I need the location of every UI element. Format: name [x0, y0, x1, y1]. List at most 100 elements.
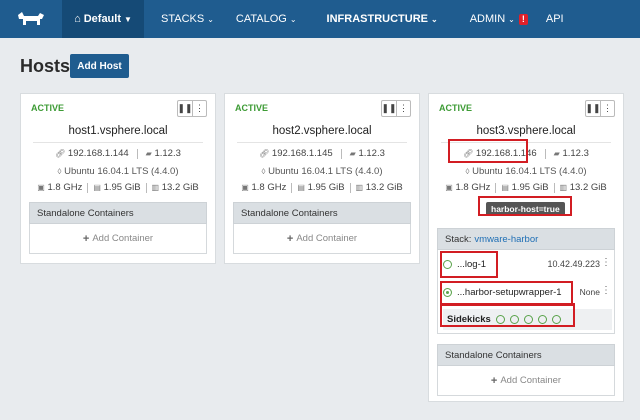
rancher-logo-icon[interactable] — [0, 0, 62, 38]
home-icon: ⌂ — [74, 13, 81, 25]
highlight-box — [440, 251, 498, 278]
host-ip: 192.168.1.145 — [271, 148, 333, 159]
plus-icon: + — [490, 374, 498, 387]
nav-admin[interactable]: ADMIN ⌄ ! — [461, 0, 537, 38]
link-icon: 🔗︎ — [259, 149, 270, 158]
host-os-label: Ubuntu 16.04.1 LTS (4.4.0) — [472, 166, 587, 177]
nav-infrastructure-label: INFRASTRUCTURE — [326, 13, 428, 25]
docker-version: 1.12.3 — [562, 148, 589, 159]
host-controls: ❚❚ ⋮ — [381, 100, 411, 117]
host-name[interactable]: host2.vsphere.local — [225, 125, 419, 137]
more-menu-icon[interactable]: ⋮ — [601, 257, 611, 268]
divider — [544, 148, 546, 159]
pause-icon[interactable]: ❚❚ — [585, 101, 600, 116]
host-storage: 13.2 GiB — [365, 182, 403, 193]
divider — [495, 182, 497, 193]
nav-catalog[interactable]: CATALOG ⌄ — [227, 0, 306, 38]
cpu-icon: ▣ — [37, 183, 45, 192]
host-memory: 1.95 GiB — [511, 182, 549, 193]
service-ip: None — [579, 287, 600, 297]
host-memory: 1.95 GiB — [307, 182, 345, 193]
environment-label: Default — [83, 13, 121, 25]
host-storage: 13.2 GiB — [569, 182, 607, 193]
host-state: ACTIVE — [235, 103, 269, 113]
host-resources-row: ▣ 1.8 GHz ▤ 1.95 GiB ▥ 13.2 GiB — [21, 182, 215, 193]
host-controls: ❚❚ ⋮ — [585, 100, 615, 117]
docker-icon: ▰ — [145, 149, 152, 158]
stack-header[interactable]: Stack: vmware-harbor — [437, 228, 615, 250]
pause-icon[interactable]: ❚❚ — [177, 101, 192, 116]
more-menu-icon[interactable]: ⋮ — [600, 101, 614, 116]
plus-icon: + — [82, 232, 90, 245]
nav-admin-label: ADMIN — [469, 13, 506, 25]
nav-api-label: API — [545, 13, 564, 25]
service-ip: 10.42.49.223 — [547, 259, 600, 269]
divider — [340, 148, 342, 159]
chevron-down-icon: ⌄ — [431, 14, 438, 24]
memory-icon: ▤ — [93, 183, 101, 192]
stack-prefix: Stack: — [445, 233, 472, 245]
chevron-down-icon: ⌄ — [508, 14, 515, 24]
plus-icon: + — [286, 232, 294, 245]
host-os-label: Ubuntu 16.04.1 LTS (4.4.0) — [268, 166, 383, 177]
add-container-button[interactable]: + Add Container — [233, 224, 411, 254]
cpu-icon: ▣ — [445, 183, 453, 192]
host-storage: 13.2 GiB — [161, 182, 199, 193]
host-cpu: 1.8 GHz — [455, 182, 491, 193]
cpu-icon: ▣ — [241, 183, 249, 192]
alert-icon: ! — [518, 13, 528, 25]
host-os: ◊ Ubuntu 16.04.1 LTS (4.4.0) — [21, 166, 215, 177]
nav-stacks[interactable]: STACKS ⌄ — [152, 0, 223, 38]
host-os-label: Ubuntu 16.04.1 LTS (4.4.0) — [64, 166, 179, 177]
host-name[interactable]: host3.vsphere.local — [429, 125, 623, 137]
more-menu-icon[interactable]: ⋮ — [601, 285, 611, 296]
add-container-label: Add Container — [500, 375, 562, 386]
divider — [291, 182, 293, 193]
highlight-box — [448, 139, 528, 163]
nav-stacks-label: STACKS — [161, 13, 205, 25]
host-name[interactable]: host1.vsphere.local — [21, 125, 215, 137]
add-host-button[interactable]: Add Host — [70, 54, 129, 78]
host-resources-row: ▣ 1.8 GHz ▤ 1.95 GiB ▥ 13.2 GiB — [225, 182, 419, 193]
nav-api[interactable]: API — [537, 0, 573, 38]
divider — [136, 148, 138, 159]
divider — [237, 142, 407, 143]
standalone-containers-header: Standalone Containers — [437, 344, 615, 366]
pause-icon[interactable]: ❚❚ — [381, 101, 396, 116]
standalone-containers-header: Standalone Containers — [29, 202, 207, 224]
nav-infrastructure[interactable]: INFRASTRUCTURE ⌄ — [318, 0, 447, 38]
host-state: ACTIVE — [31, 103, 65, 113]
host-card-1: ACTIVE ❚❚ ⋮ host1.vsphere.local 🔗︎ 192.1… — [20, 93, 216, 264]
nav-catalog-label: CATALOG — [235, 13, 287, 25]
host-resources-row: ▣ 1.8 GHz ▤ 1.95 GiB ▥ 13.2 GiB — [429, 182, 623, 193]
host-os: ◊ Ubuntu 16.04.1 LTS (4.4.0) — [225, 166, 419, 177]
storage-icon: ▥ — [151, 183, 160, 192]
add-container-button[interactable]: + Add Container — [437, 366, 615, 396]
docker-icon: ▰ — [349, 149, 356, 158]
linux-icon: ◊ — [465, 167, 470, 176]
memory-icon: ▤ — [501, 183, 509, 192]
divider — [349, 182, 351, 193]
link-icon: 🔗︎ — [55, 149, 66, 158]
storage-icon: ▥ — [355, 183, 364, 192]
add-container-label: Add Container — [92, 233, 154, 244]
more-menu-icon[interactable]: ⋮ — [396, 101, 410, 116]
divider — [87, 182, 89, 193]
add-container-button[interactable]: + Add Container — [29, 224, 207, 254]
top-nav: ⌂ Default ▼ STACKS ⌄ CATALOG ⌄ INFRASTRU… — [0, 0, 640, 38]
environment-selector[interactable]: ⌂ Default ▼ — [62, 0, 144, 38]
standalone-containers-header: Standalone Containers — [233, 202, 411, 224]
docker-version: 1.12.3 — [154, 148, 181, 159]
host-card-2: ACTIVE ❚❚ ⋮ host2.vsphere.local 🔗︎ 192.1… — [224, 93, 420, 264]
highlight-box — [440, 303, 575, 327]
memory-icon: ▤ — [297, 183, 305, 192]
host-controls: ❚❚ ⋮ — [177, 100, 207, 117]
stack-name[interactable]: vmware-harbor — [474, 234, 538, 245]
host-cpu: 1.8 GHz — [47, 182, 83, 193]
divider — [553, 182, 555, 193]
storage-icon: ▥ — [559, 183, 568, 192]
docker-icon: ▰ — [553, 149, 560, 158]
chevron-down-icon: ⌄ — [289, 14, 297, 24]
more-menu-icon[interactable]: ⋮ — [192, 101, 206, 116]
add-container-label: Add Container — [296, 233, 358, 244]
